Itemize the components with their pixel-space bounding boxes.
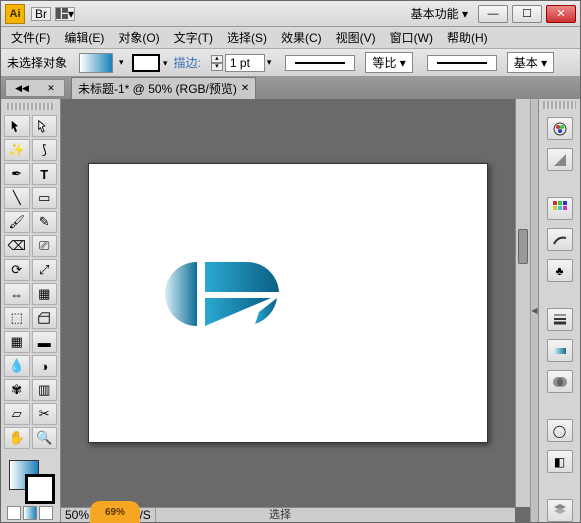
menu-help[interactable]: 帮助(H): [441, 27, 494, 48]
width-tool[interactable]: ⇔: [4, 283, 30, 305]
menu-type[interactable]: 文字(T): [168, 27, 219, 48]
swatches-panel-icon[interactable]: [547, 197, 573, 220]
brush-style-label[interactable]: 基本 ▾: [507, 52, 554, 73]
artwork-logo[interactable]: [149, 254, 299, 334]
arrange-docs-icon[interactable]: ▾: [55, 7, 75, 21]
pen-tool[interactable]: ✒: [4, 163, 30, 185]
brushes-panel-icon[interactable]: [547, 228, 573, 251]
variable-width-profile[interactable]: [285, 55, 355, 71]
menu-view[interactable]: 视图(V): [330, 27, 382, 48]
toolbox: ✨ ⟆ ✒ T ╲ ▭ 🖌 ✎ ⌫ ⎚ ⟳ ⤢: [1, 99, 61, 522]
mesh-tool[interactable]: ▦: [4, 331, 30, 353]
color-panel-icon[interactable]: [547, 117, 573, 140]
menu-window[interactable]: 窗口(W): [384, 27, 439, 48]
canvas-viewport[interactable]: [61, 99, 515, 507]
rotate-tool[interactable]: ⟳: [4, 259, 30, 281]
tab-title: 未标题-1* @ 50% (RGB/预览): [78, 80, 237, 97]
scale-tool[interactable]: ⤢: [32, 259, 58, 281]
titlebar: Ai Br ▾ 基本功能 ▾ — ☐ ✕: [1, 1, 580, 27]
transparency-panel-icon[interactable]: [547, 370, 573, 393]
panel-collapse-strip[interactable]: [530, 99, 538, 522]
menu-edit[interactable]: 编辑(E): [58, 27, 110, 48]
symbols-panel-icon[interactable]: ♣: [547, 259, 573, 282]
gradient-panel-icon[interactable]: [547, 339, 573, 362]
rectangle-tool[interactable]: ▭: [32, 187, 58, 209]
selection-status: 未选择对象: [7, 54, 67, 71]
app-window: Ai Br ▾ 基本功能 ▾ — ☐ ✕ 文件(F) 编辑(E) 对象(O) 文…: [0, 0, 581, 523]
stroke-stepper[interactable]: ▴▾: [211, 55, 223, 71]
perspective-tool[interactable]: [32, 307, 58, 329]
work-area: ✨ ⟆ ✒ T ╲ ▭ 🖌 ✎ ⌫ ⎚ ⟳ ⤢: [1, 99, 580, 522]
menu-file[interactable]: 文件(F): [5, 27, 56, 48]
brush-definition[interactable]: [427, 55, 497, 71]
canvas-area: 50% ⇅ 0.05K/S 选择: [61, 99, 530, 522]
minimize-button[interactable]: —: [478, 5, 508, 23]
symbol-sprayer-tool[interactable]: ✾: [4, 379, 30, 401]
line-tool[interactable]: ╲: [4, 187, 30, 209]
document-tabbar: ◀◀✕ 未标题-1* @ 50% (RGB/预览) ✕: [1, 77, 580, 99]
fill-stroke-indicator[interactable]: [3, 456, 58, 502]
stroke-label[interactable]: 描边:: [174, 54, 201, 71]
panel-dock: ♣ ◯ ◧: [538, 99, 580, 522]
zoom-tool[interactable]: 🔍: [32, 427, 58, 449]
app-logo: Ai: [5, 4, 25, 24]
stroke-weight-input[interactable]: 1 pt: [225, 54, 265, 72]
appearance-panel-icon[interactable]: ◯: [547, 419, 573, 442]
bridge-icon[interactable]: Br: [31, 7, 51, 21]
layers-panel-icon[interactable]: [547, 499, 573, 522]
magic-wand-tool[interactable]: ✨: [4, 139, 30, 161]
document-tab[interactable]: 未标题-1* @ 50% (RGB/预览) ✕: [71, 77, 256, 99]
lasso-tool[interactable]: ⟆: [32, 139, 58, 161]
workspace-switcher[interactable]: 基本功能 ▾: [411, 5, 468, 22]
blob-brush-tool[interactable]: ⌫: [4, 235, 30, 257]
artboard[interactable]: [88, 163, 488, 443]
tab-close-icon[interactable]: ✕: [241, 83, 249, 94]
stroke-swatch[interactable]: [132, 54, 160, 72]
menu-object[interactable]: 对象(O): [112, 27, 165, 48]
profile-label[interactable]: 等比 ▾: [365, 52, 412, 73]
stroke-panel-icon[interactable]: [547, 308, 573, 331]
current-tool-label: 选择: [269, 506, 291, 522]
panel-grip[interactable]: [543, 101, 576, 109]
menu-effect[interactable]: 效果(C): [275, 27, 328, 48]
vertical-scrollbar[interactable]: [515, 99, 530, 507]
maximize-button[interactable]: ☐: [512, 5, 542, 23]
control-bar: 未选择对象 ▾ 描边: ▴▾ 1 pt ▾ 等比 ▾ 基本 ▾: [1, 49, 580, 77]
blend-tool[interactable]: ◑: [32, 355, 58, 377]
type-tool[interactable]: T: [32, 163, 58, 185]
slice-tool[interactable]: ✂: [32, 403, 58, 425]
color-mode-icon[interactable]: [7, 506, 21, 520]
fill-swatch[interactable]: [79, 53, 113, 73]
direct-selection-tool[interactable]: [32, 115, 58, 137]
gradient-tool[interactable]: ▬: [32, 331, 58, 353]
close-button[interactable]: ✕: [546, 5, 576, 23]
hint-badge: 69%: [90, 501, 140, 523]
pencil-tool[interactable]: ✎: [32, 211, 58, 233]
color-guide-panel-icon[interactable]: [547, 148, 573, 171]
menu-select[interactable]: 选择(S): [221, 27, 273, 48]
toolbox-dock-header[interactable]: ◀◀✕: [5, 79, 65, 97]
selection-tool[interactable]: [4, 115, 30, 137]
gradient-mode-icon[interactable]: [23, 506, 37, 520]
stroke-indicator[interactable]: [25, 474, 55, 504]
toolbox-grip[interactable]: [7, 103, 54, 110]
hand-tool[interactable]: ✋: [4, 427, 30, 449]
graphic-styles-panel-icon[interactable]: ◧: [547, 450, 573, 473]
shape-builder-tool[interactable]: ⬚: [4, 307, 30, 329]
eyedropper-tool[interactable]: 💧: [4, 355, 30, 377]
paintbrush-tool[interactable]: 🖌: [4, 211, 30, 233]
artboard-tool[interactable]: ▱: [4, 403, 30, 425]
graph-tool[interactable]: ▥: [32, 379, 58, 401]
horizontal-scrollbar[interactable]: [201, 507, 515, 522]
none-mode-icon[interactable]: [39, 506, 53, 520]
free-transform-tool[interactable]: ▦: [32, 283, 58, 305]
eraser-tool[interactable]: ⎚: [32, 235, 58, 257]
menubar: 文件(F) 编辑(E) 对象(O) 文字(T) 选择(S) 效果(C) 视图(V…: [1, 27, 580, 49]
